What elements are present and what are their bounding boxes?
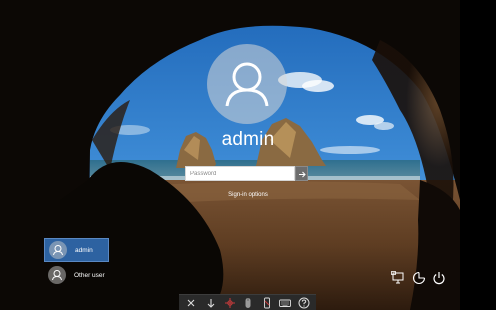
network-button[interactable] bbox=[391, 271, 405, 285]
user-item-label: Other user bbox=[74, 271, 105, 279]
pointer-icon bbox=[225, 298, 235, 308]
close-icon bbox=[187, 299, 195, 307]
submit-button[interactable] bbox=[295, 166, 308, 181]
user-item-label: admin bbox=[75, 246, 93, 254]
network-icon bbox=[391, 271, 404, 284]
lock-screen: admin Sign-in options admin Other user bbox=[0, 0, 496, 310]
help-button[interactable] bbox=[298, 297, 310, 309]
ease-of-access-icon bbox=[412, 271, 426, 285]
signin-options-link[interactable]: Sign-in options bbox=[0, 192, 496, 198]
phone-icon bbox=[264, 297, 270, 309]
power-button[interactable] bbox=[432, 271, 446, 285]
power-icon bbox=[433, 272, 445, 285]
download-icon bbox=[207, 299, 215, 308]
user-item-other-user[interactable]: Other user bbox=[44, 263, 109, 287]
keyboard-icon bbox=[279, 299, 291, 307]
username-label: admin bbox=[221, 129, 275, 150]
user-icon bbox=[52, 270, 62, 281]
user-item-admin[interactable]: admin bbox=[44, 238, 109, 262]
close-button[interactable] bbox=[185, 297, 197, 309]
ease-of-access-button[interactable] bbox=[412, 271, 426, 285]
mouse-button[interactable] bbox=[242, 297, 254, 309]
help-icon bbox=[298, 297, 310, 309]
user-icon bbox=[225, 62, 269, 107]
keyboard-button[interactable] bbox=[279, 297, 291, 309]
user-icon bbox=[53, 245, 63, 256]
password-row bbox=[185, 166, 308, 181]
avatar bbox=[48, 266, 66, 284]
download-button[interactable] bbox=[205, 297, 217, 309]
remote-toolbar bbox=[179, 294, 316, 310]
arrow-right-icon bbox=[299, 171, 306, 178]
pointer-button[interactable] bbox=[224, 297, 236, 309]
mouse-icon bbox=[245, 298, 251, 308]
phone-button[interactable] bbox=[261, 297, 273, 309]
avatar bbox=[49, 241, 67, 259]
user-avatar bbox=[207, 44, 287, 124]
password-field[interactable] bbox=[185, 166, 295, 181]
